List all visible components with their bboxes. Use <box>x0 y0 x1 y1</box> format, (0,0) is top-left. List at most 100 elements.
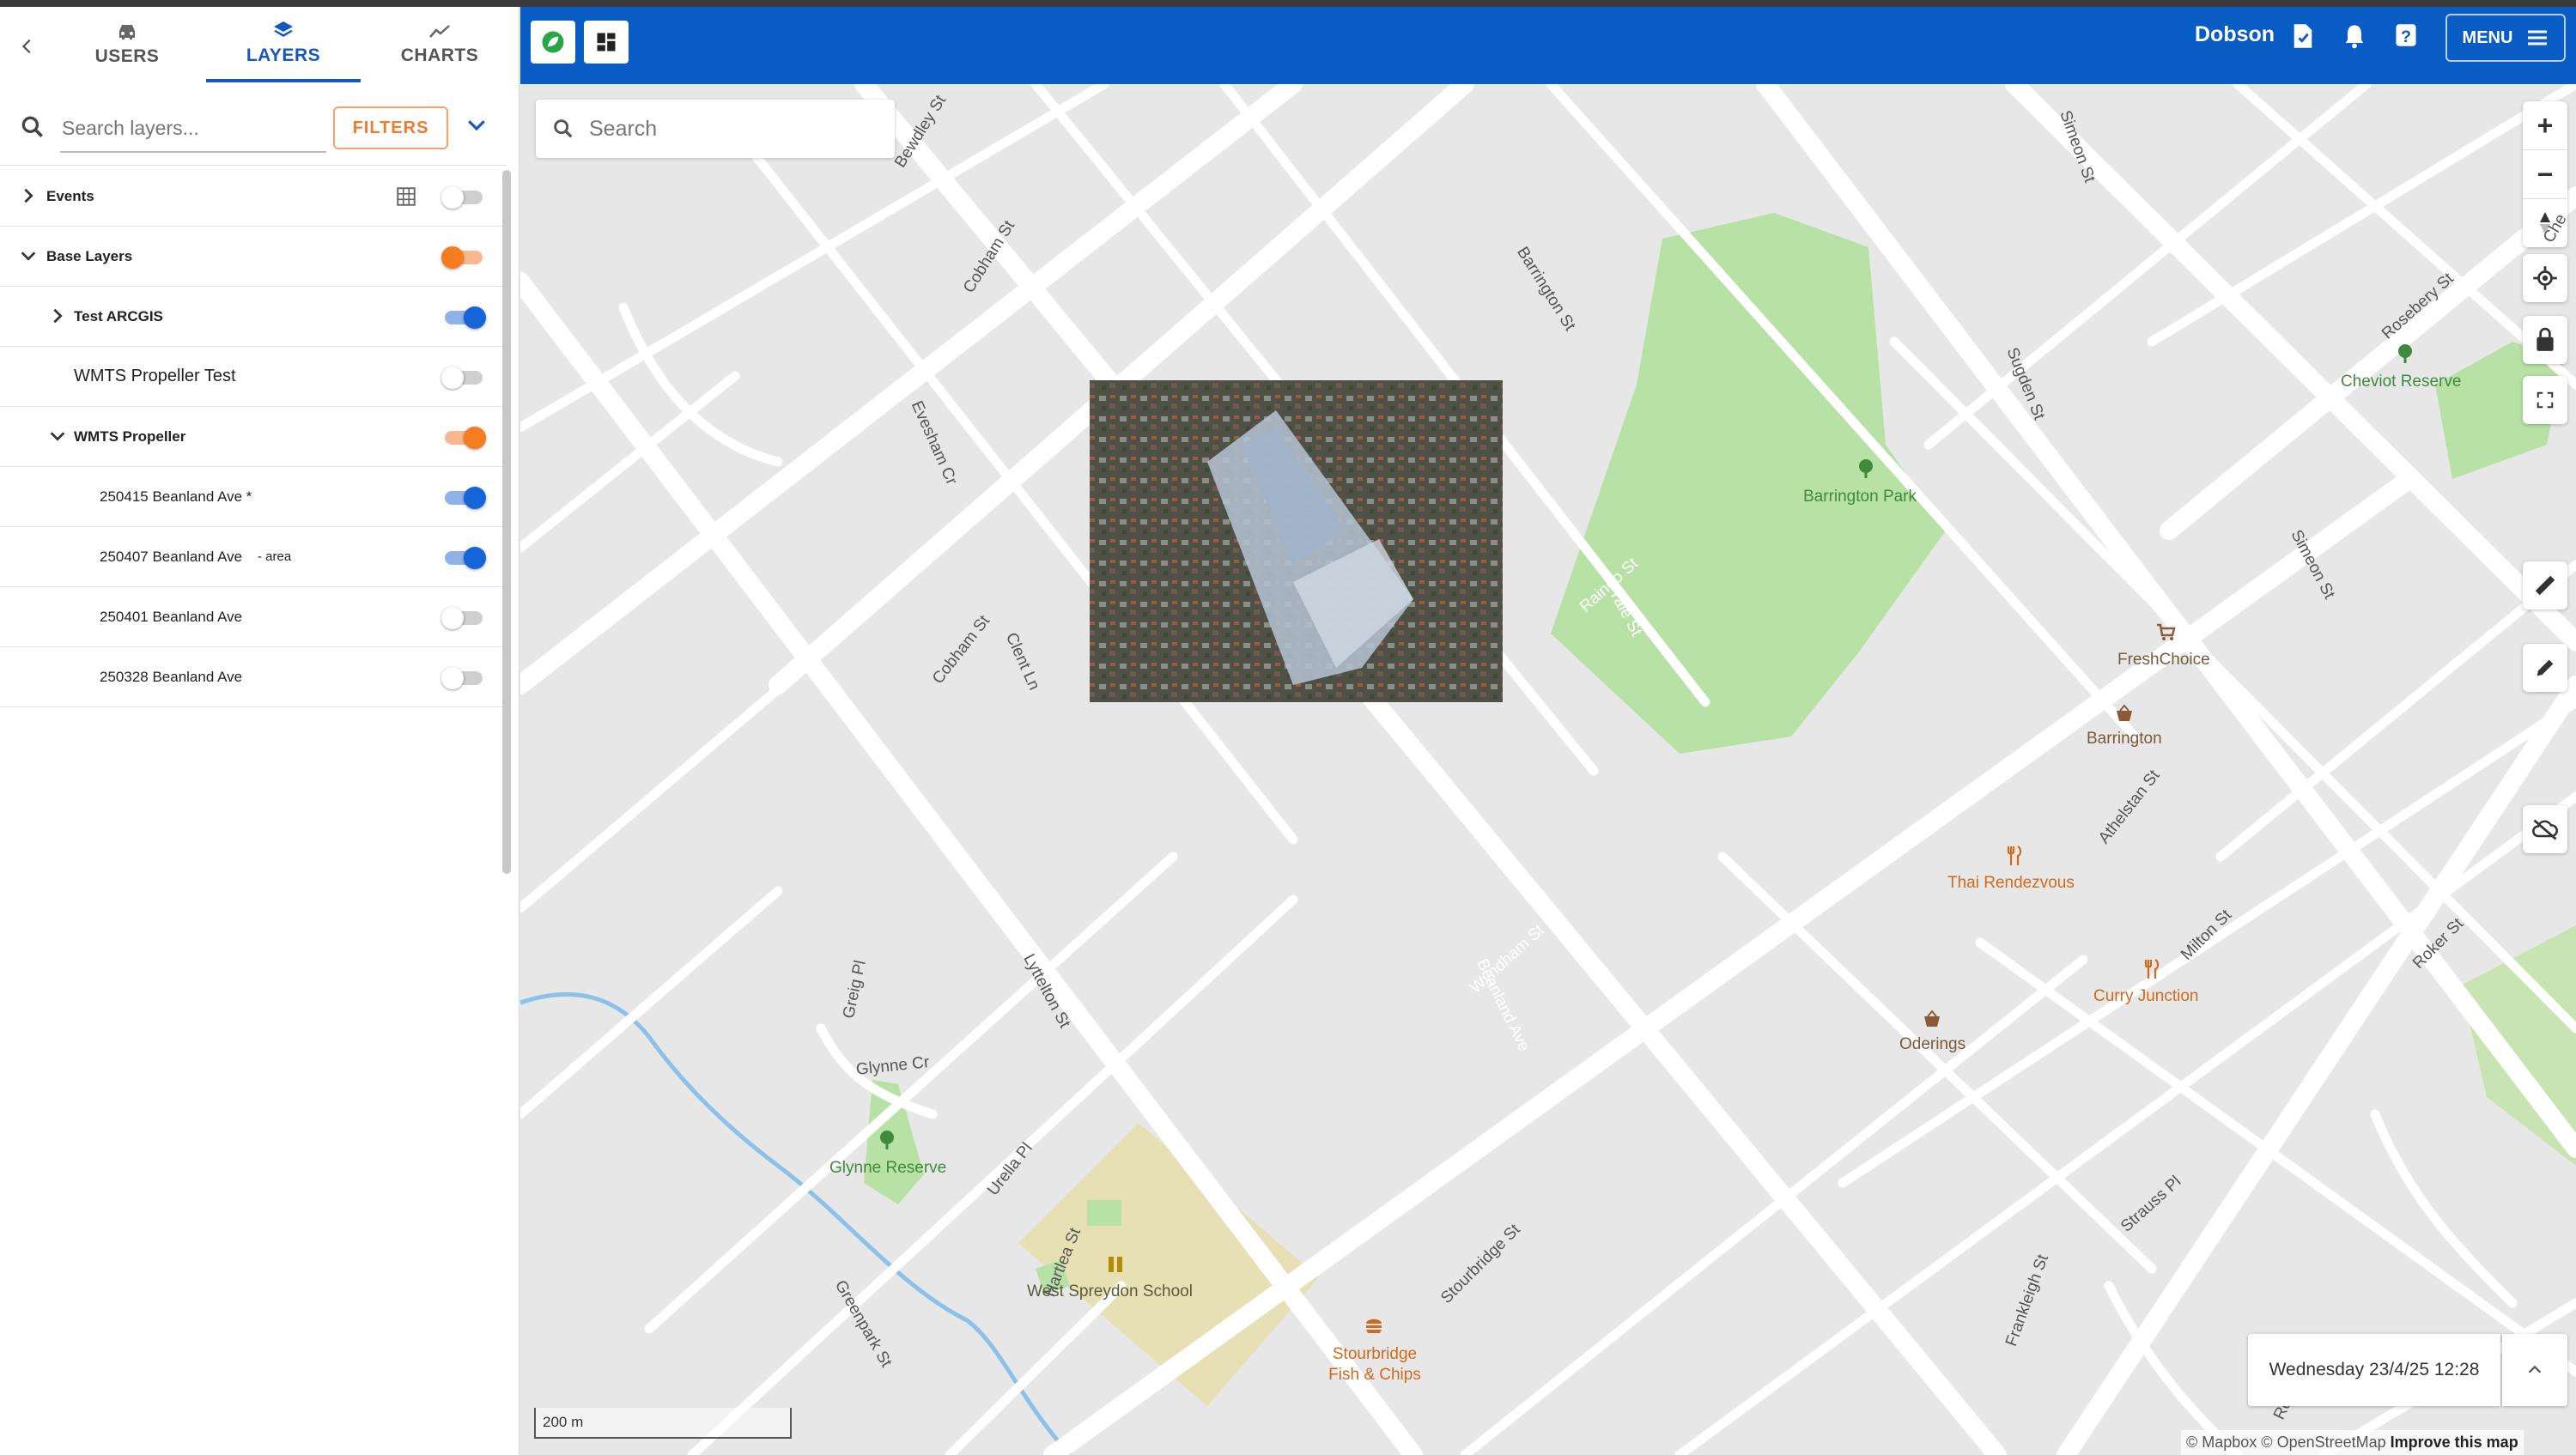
zoom-out-button[interactable]: − <box>2523 150 2567 199</box>
layer-row-wmts-propeller[interactable]: WMTS Propeller <box>0 407 507 467</box>
poi-curry-junction[interactable]: Curry Junction <box>2093 959 2199 1006</box>
poi-freshchoice[interactable]: FreshChoice <box>2117 623 2210 670</box>
leaf-icon <box>542 31 564 53</box>
lock-button[interactable] <box>2523 316 2567 364</box>
chevron-down-icon[interactable] <box>19 246 38 265</box>
layer-toggle[interactable] <box>441 306 486 329</box>
datetime-expand-button[interactable] <box>2502 1334 2567 1406</box>
table-grid-icon[interactable] <box>395 185 417 208</box>
layer-row-250415[interactable]: 250415 Beanland Ave * <box>0 467 507 527</box>
layer-row-250407[interactable]: 250407 Beanland Ave - area <box>0 527 507 587</box>
help-icon[interactable]: ? <box>2394 22 2418 48</box>
tab-layers[interactable]: LAYERS <box>206 7 361 82</box>
layer-row-base-layers[interactable]: Base Layers <box>0 227 507 287</box>
locate-control <box>2523 254 2567 302</box>
chevron-right-icon[interactable] <box>19 186 38 205</box>
offline-button[interactable] <box>2523 805 2567 853</box>
poi-oderings[interactable]: Oderings <box>1899 1009 1966 1054</box>
chevron-right-icon[interactable] <box>48 306 67 325</box>
layers-panel: USERS LAYERS CHARTS FILTERS Events Base … <box>0 7 519 1455</box>
poi-thai-rendezvous[interactable]: Thai Rendezvous <box>1947 846 2075 893</box>
layer-row-events[interactable]: Events <box>0 167 507 227</box>
layer-toggle[interactable] <box>441 427 486 449</box>
chevron-up-icon <box>2528 1365 2542 1373</box>
fast-food-icon <box>1366 1319 1382 1333</box>
layer-label: 250407 Beanland Ave <box>100 548 243 565</box>
layer-label: Base Layers <box>46 247 133 264</box>
locate-button[interactable] <box>2523 254 2567 302</box>
poi-label: FreshChoice <box>2117 651 2210 669</box>
restaurant-icon <box>2144 959 2160 979</box>
poi-label: Curry Junction <box>2093 987 2199 1005</box>
pencil-icon <box>2537 659 2554 676</box>
layer-toggle[interactable] <box>441 487 486 509</box>
tab-users[interactable]: USERS <box>50 7 204 82</box>
attribution-text[interactable]: © Mapbox © OpenStreetMap <box>2186 1434 2386 1452</box>
bell-icon[interactable] <box>2342 22 2366 50</box>
map-search-placeholder: Search <box>589 117 658 141</box>
poi-barrington[interactable]: Barrington <box>2087 704 2162 749</box>
layer-toggle[interactable] <box>441 607 486 629</box>
poi-label: Barrington <box>2087 730 2162 748</box>
layer-suffix: - area <box>258 549 292 564</box>
layer-toggle[interactable] <box>441 667 486 689</box>
map-view[interactable]: Search + − Barrington Park Cheviot Reser… <box>520 84 2576 1455</box>
layer-toggle[interactable] <box>441 246 486 269</box>
chevron-down-icon[interactable] <box>464 112 489 137</box>
leaf-logo-button[interactable] <box>531 21 575 64</box>
layer-label: WMTS Propeller Test <box>74 367 236 385</box>
lock-control <box>2523 316 2567 364</box>
layer-label: 250328 Beanland Ave <box>100 668 243 685</box>
tab-layers-label: LAYERS <box>246 45 321 65</box>
datetime-display[interactable]: Wednesday 23/4/25 12:28 <box>2248 1334 2500 1406</box>
poi-label: Oderings <box>1899 1035 1966 1053</box>
layer-toggle[interactable] <box>441 186 486 209</box>
map-search-box[interactable]: Search <box>536 100 895 158</box>
layer-row-250401[interactable]: 250401 Beanland Ave <box>0 587 507 647</box>
layer-row-250328[interactable]: 250328 Beanland Ave <box>0 647 507 707</box>
fullscreen-button[interactable] <box>2523 376 2567 424</box>
chevron-down-icon[interactable] <box>48 427 67 446</box>
panel-scrollbar[interactable] <box>502 170 511 874</box>
ruler-icon <box>2535 575 2555 596</box>
school-icon <box>1109 1257 1122 1272</box>
layer-toggle[interactable] <box>441 547 486 569</box>
poi-label: Cheviot Reserve <box>2341 373 2462 391</box>
tree-icon <box>880 1131 894 1149</box>
restaurant-icon <box>2007 846 2022 865</box>
layer-list: Events Base Layers Test ARCGIS WMTS Prop… <box>0 167 507 707</box>
scale-bar: 200 m <box>534 1408 792 1439</box>
fullscreen-control <box>2523 376 2567 424</box>
panel-tabs: USERS LAYERS CHARTS <box>0 7 519 82</box>
basket-icon <box>1924 1009 1940 1027</box>
layer-row-wmts-propeller-test[interactable]: WMTS Propeller Test <box>0 347 507 407</box>
layer-search-row: FILTERS <box>0 100 519 161</box>
poi-cheviot-reserve[interactable]: Cheviot Reserve <box>2341 344 2462 391</box>
map-attribution: © Mapbox © OpenStreetMap Improve this ma… <box>2181 1430 2524 1455</box>
tab-charts[interactable]: CHARTS <box>362 7 517 82</box>
menu-button[interactable]: MENU <box>2445 14 2566 62</box>
car-icon <box>119 25 135 39</box>
zoom-in-button[interactable]: + <box>2523 101 2567 150</box>
document-icon[interactable] <box>2291 22 2315 50</box>
layer-label: 250401 Beanland Ave <box>100 608 243 625</box>
poi-stourbridge-fish[interactable]: Stourbridge Fish & Chips <box>1319 1319 1431 1385</box>
aerial-imagery-layer <box>1090 380 1503 702</box>
layers-icon <box>274 21 293 37</box>
layer-row-test-arcgis[interactable]: Test ARCGIS <box>0 287 507 347</box>
improve-map-link[interactable]: Improve this map <box>2391 1434 2518 1452</box>
chart-line-icon <box>429 25 450 38</box>
dashboard-button[interactable] <box>584 21 629 64</box>
dashboard-icon <box>597 33 616 52</box>
datetime-label: Wednesday 23/4/25 12:28 <box>2269 1360 2480 1379</box>
poi-barrington-park[interactable]: Barrington Park <box>1803 459 1917 506</box>
measure-button[interactable] <box>2523 561 2567 609</box>
poi-glynne-reserve[interactable]: Glynne Reserve <box>829 1131 946 1178</box>
draw-button[interactable] <box>2523 644 2567 692</box>
fullscreen-icon <box>2537 391 2554 409</box>
user-name[interactable]: Dobson <box>2195 22 2275 47</box>
layer-search-input[interactable] <box>60 105 326 153</box>
layer-toggle[interactable] <box>441 367 486 389</box>
back-chevron-icon[interactable] <box>12 31 43 62</box>
filters-button[interactable]: FILTERS <box>333 106 448 149</box>
